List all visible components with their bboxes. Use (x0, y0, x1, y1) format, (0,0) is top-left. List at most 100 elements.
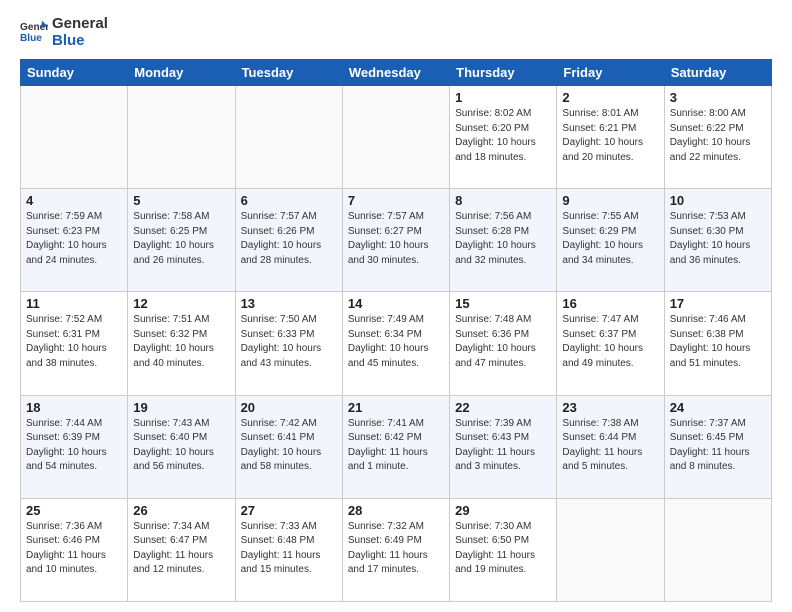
calendar-cell: 24Sunrise: 7:37 AM Sunset: 6:45 PM Dayli… (664, 395, 771, 498)
day-number: 29 (455, 503, 551, 518)
calendar-cell (342, 86, 449, 189)
day-info: Sunrise: 7:37 AM Sunset: 6:45 PM Dayligh… (670, 417, 766, 475)
day-info: Sunrise: 7:44 AM Sunset: 6:39 PM Dayligh… (26, 417, 122, 475)
day-info: Sunrise: 7:43 AM Sunset: 6:40 PM Dayligh… (133, 417, 229, 475)
calendar-week-row: 18 Sunrise: 7:44 AM Sunset: 6:39 PM Dayli… (21, 395, 772, 498)
day-number: 7 (348, 193, 444, 208)
day-info: Sunrise: 7:58 AM Sunset: 6:25 PM Dayligh… (133, 210, 229, 268)
day-number: 12 (133, 296, 229, 311)
calendar-cell: 7 Sunrise: 7:57 AM Sunset: 6:27 PM Daylig… (342, 189, 449, 292)
calendar-cell (235, 86, 342, 189)
calendar-cell: 5 Sunrise: 7:58 AM Sunset: 6:25 PM Daylig… (128, 189, 235, 292)
day-number: 16 (562, 296, 658, 311)
day-number: 1 (455, 90, 551, 105)
calendar-cell: 12 Sunrise: 7:51 AM Sunset: 6:32 PM Dayli… (128, 292, 235, 395)
day-info: Sunrise: 7:41 AM Sunset: 6:42 PM Dayligh… (348, 417, 444, 475)
calendar-col-header-wednesday: Wednesday (342, 60, 449, 86)
day-number: 5 (133, 193, 229, 208)
calendar-table: SundayMondayTuesdayWednesdayThursdayFrid… (20, 59, 772, 602)
calendar-cell (664, 498, 771, 601)
calendar-week-row: 25 Sunrise: 7:36 AM Sunset: 6:46 PM Dayli… (21, 498, 772, 601)
page: General Blue General Blue SundayMondayTu… (0, 0, 792, 612)
calendar-cell: 20 Sunrise: 7:42 AM Sunset: 6:41 PM Dayli… (235, 395, 342, 498)
calendar-week-row: 11Sunrise: 7:52 AM Sunset: 6:31 PM Dayli… (21, 292, 772, 395)
calendar-cell: 9Sunrise: 7:55 AM Sunset: 6:29 PM Daylig… (557, 189, 664, 292)
day-info: Sunrise: 7:47 AM Sunset: 6:37 PM Dayligh… (562, 313, 658, 371)
calendar-cell: 8 Sunrise: 7:56 AM Sunset: 6:28 PM Daylig… (450, 189, 557, 292)
day-info: Sunrise: 7:59 AM Sunset: 6:23 PM Dayligh… (26, 210, 122, 268)
day-number: 28 (348, 503, 444, 518)
calendar-col-header-tuesday: Tuesday (235, 60, 342, 86)
calendar-cell: 29Sunrise: 7:30 AM Sunset: 6:50 PM Dayli… (450, 498, 557, 601)
day-number: 3 (670, 90, 766, 105)
calendar-week-row: 1 Sunrise: 8:02 AM Sunset: 6:20 PM Daylig… (21, 86, 772, 189)
logo: General Blue General Blue (20, 16, 108, 49)
calendar-cell: 27 Sunrise: 7:33 AM Sunset: 6:48 PM Dayli… (235, 498, 342, 601)
calendar-cell: 6 Sunrise: 7:57 AM Sunset: 6:26 PM Daylig… (235, 189, 342, 292)
calendar-cell: 11Sunrise: 7:52 AM Sunset: 6:31 PM Dayli… (21, 292, 128, 395)
day-info: Sunrise: 7:48 AM Sunset: 6:36 PM Dayligh… (455, 313, 551, 371)
day-number: 8 (455, 193, 551, 208)
day-number: 18 (26, 400, 122, 415)
day-info: Sunrise: 7:50 AM Sunset: 6:33 PM Dayligh… (241, 313, 337, 371)
calendar-cell: 10 Sunrise: 7:53 AM Sunset: 6:30 PM Dayli… (664, 189, 771, 292)
logo-general-text: General (52, 16, 108, 33)
calendar-col-header-friday: Friday (557, 60, 664, 86)
calendar-cell (128, 86, 235, 189)
calendar-cell: 15Sunrise: 7:48 AM Sunset: 6:36 PM Dayli… (450, 292, 557, 395)
day-number: 6 (241, 193, 337, 208)
day-info: Sunrise: 7:53 AM Sunset: 6:30 PM Dayligh… (670, 210, 766, 268)
calendar-week-row: 4 Sunrise: 7:59 AM Sunset: 6:23 PM Daylig… (21, 189, 772, 292)
calendar-cell: 4 Sunrise: 7:59 AM Sunset: 6:23 PM Daylig… (21, 189, 128, 292)
calendar-cell: 2Sunrise: 8:01 AM Sunset: 6:21 PM Daylig… (557, 86, 664, 189)
day-number: 11 (26, 296, 122, 311)
day-info: Sunrise: 8:02 AM Sunset: 6:20 PM Dayligh… (455, 107, 551, 165)
day-number: 20 (241, 400, 337, 415)
day-info: Sunrise: 7:34 AM Sunset: 6:47 PM Dayligh… (133, 520, 229, 578)
day-number: 13 (241, 296, 337, 311)
calendar-col-header-monday: Monday (128, 60, 235, 86)
day-number: 19 (133, 400, 229, 415)
day-info: Sunrise: 7:57 AM Sunset: 6:26 PM Dayligh… (241, 210, 337, 268)
day-info: Sunrise: 7:38 AM Sunset: 6:44 PM Dayligh… (562, 417, 658, 475)
day-info: Sunrise: 7:56 AM Sunset: 6:28 PM Dayligh… (455, 210, 551, 268)
day-info: Sunrise: 7:49 AM Sunset: 6:34 PM Dayligh… (348, 313, 444, 371)
day-info: Sunrise: 7:51 AM Sunset: 6:32 PM Dayligh… (133, 313, 229, 371)
calendar-cell (21, 86, 128, 189)
calendar-cell: 18 Sunrise: 7:44 AM Sunset: 6:39 PM Dayli… (21, 395, 128, 498)
day-info: Sunrise: 7:57 AM Sunset: 6:27 PM Dayligh… (348, 210, 444, 268)
day-number: 23 (562, 400, 658, 415)
day-info: Sunrise: 8:01 AM Sunset: 6:21 PM Dayligh… (562, 107, 658, 165)
calendar-col-header-sunday: Sunday (21, 60, 128, 86)
day-number: 22 (455, 400, 551, 415)
day-info: Sunrise: 8:00 AM Sunset: 6:22 PM Dayligh… (670, 107, 766, 165)
day-number: 27 (241, 503, 337, 518)
day-number: 25 (26, 503, 122, 518)
calendar-cell: 23 Sunrise: 7:38 AM Sunset: 6:44 PM Dayli… (557, 395, 664, 498)
calendar-cell: 1 Sunrise: 8:02 AM Sunset: 6:20 PM Daylig… (450, 86, 557, 189)
day-number: 14 (348, 296, 444, 311)
calendar-cell: 3 Sunrise: 8:00 AM Sunset: 6:22 PM Daylig… (664, 86, 771, 189)
day-info: Sunrise: 7:32 AM Sunset: 6:49 PM Dayligh… (348, 520, 444, 578)
calendar-cell: 14 Sunrise: 7:49 AM Sunset: 6:34 PM Dayli… (342, 292, 449, 395)
day-info: Sunrise: 7:33 AM Sunset: 6:48 PM Dayligh… (241, 520, 337, 578)
calendar-cell: 19 Sunrise: 7:43 AM Sunset: 6:40 PM Dayli… (128, 395, 235, 498)
calendar-header-row: SundayMondayTuesdayWednesdayThursdayFrid… (21, 60, 772, 86)
calendar-col-header-saturday: Saturday (664, 60, 771, 86)
calendar-cell: 22 Sunrise: 7:39 AM Sunset: 6:43 PM Dayli… (450, 395, 557, 498)
logo-blue-text: Blue (52, 33, 108, 50)
svg-text:Blue: Blue (20, 32, 42, 43)
day-number: 21 (348, 400, 444, 415)
day-info: Sunrise: 7:42 AM Sunset: 6:41 PM Dayligh… (241, 417, 337, 475)
calendar-col-header-thursday: Thursday (450, 60, 557, 86)
day-number: 9 (562, 193, 658, 208)
day-number: 4 (26, 193, 122, 208)
calendar-cell: 13 Sunrise: 7:50 AM Sunset: 6:33 PM Dayli… (235, 292, 342, 395)
day-info: Sunrise: 7:39 AM Sunset: 6:43 PM Dayligh… (455, 417, 551, 475)
day-number: 10 (670, 193, 766, 208)
calendar-cell: 26Sunrise: 7:34 AM Sunset: 6:47 PM Dayli… (128, 498, 235, 601)
day-number: 17 (670, 296, 766, 311)
calendar-cell: 16 Sunrise: 7:47 AM Sunset: 6:37 PM Dayli… (557, 292, 664, 395)
day-info: Sunrise: 7:36 AM Sunset: 6:46 PM Dayligh… (26, 520, 122, 578)
logo-icon: General Blue (20, 19, 48, 47)
